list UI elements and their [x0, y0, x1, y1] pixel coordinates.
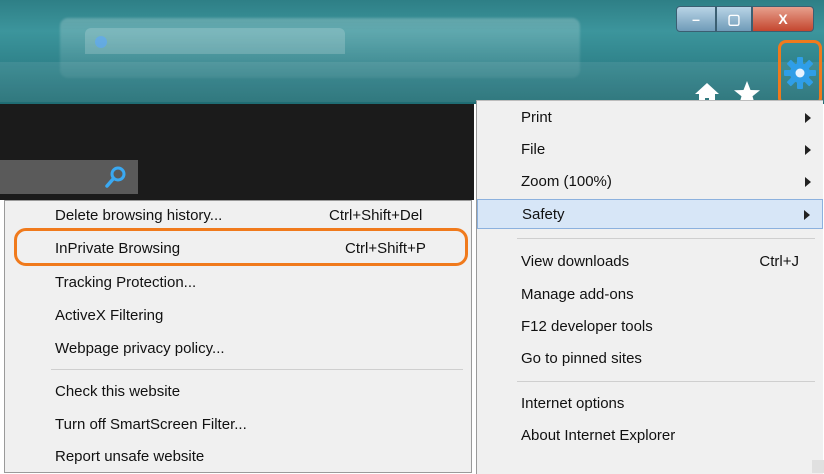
menu-item-label: View downloads	[521, 253, 630, 270]
submenu-item-label: Turn off SmartScreen Filter...	[55, 416, 247, 433]
browser-tab[interactable]	[85, 28, 345, 54]
menu-separator	[517, 238, 815, 239]
tools-gear-icon[interactable]	[783, 56, 817, 90]
menu-item-shortcut: Ctrl+J	[759, 253, 799, 270]
submenu-item-shortcut: Ctrl+Shift+Del	[329, 207, 423, 224]
tools-gear-highlight	[778, 40, 822, 106]
close-button[interactable]: X	[752, 6, 814, 32]
menu-item-label: File	[521, 141, 546, 158]
submenu-item-report-unsafe[interactable]: Report unsafe website	[5, 441, 471, 473]
menu-item-about-ie[interactable]: About Internet Explorer	[477, 421, 823, 451]
submenu-item-label: Delete browsing history...	[55, 207, 223, 224]
menu-item-manage-addons[interactable]: Manage add-ons	[477, 280, 823, 310]
menu-item-file[interactable]: File	[477, 135, 823, 165]
submenu-arrow-icon	[805, 145, 811, 155]
submenu-item-label: Tracking Protection...	[55, 274, 197, 291]
submenu-arrow-icon	[805, 177, 811, 187]
scrollbar-corner	[812, 460, 824, 473]
submenu-separator	[51, 369, 463, 370]
menu-item-label: About Internet Explorer	[521, 427, 676, 444]
submenu-item-label: Webpage privacy policy...	[55, 340, 225, 357]
submenu-item-label: Report unsafe website	[55, 448, 205, 465]
submenu-item-check-website[interactable]: Check this website	[5, 376, 471, 408]
menu-item-label: Print	[521, 109, 552, 126]
submenu-item-privacy-policy[interactable]: Webpage privacy policy...	[5, 333, 471, 365]
submenu-item-label: Check this website	[55, 383, 181, 400]
submenu-arrow-icon	[805, 113, 811, 123]
maximize-button[interactable]: ▢	[716, 6, 752, 32]
submenu-item-tracking-protection[interactable]: Tracking Protection...	[5, 267, 471, 299]
menu-item-label: F12 developer tools	[521, 318, 653, 335]
minimize-button[interactable]: –	[676, 6, 716, 32]
tools-menu: Print File Zoom (100%) Safety View downl…	[476, 100, 823, 474]
menu-item-f12-tools[interactable]: F12 developer tools	[477, 312, 823, 342]
submenu-arrow-icon	[804, 210, 810, 220]
menu-item-pinned-sites[interactable]: Go to pinned sites	[477, 344, 823, 374]
submenu-item-smartscreen[interactable]: Turn off SmartScreen Filter...	[5, 409, 471, 441]
menu-item-print[interactable]: Print	[477, 103, 823, 133]
submenu-item-label: ActiveX Filtering	[55, 307, 164, 324]
submenu-item-activex-filtering[interactable]: ActiveX Filtering	[5, 300, 471, 332]
search-icon[interactable]	[104, 165, 128, 189]
menu-item-label: Internet options	[521, 395, 625, 412]
window-controls: – ▢ X	[676, 6, 822, 32]
tab-favicon-icon	[95, 36, 107, 48]
menu-item-view-downloads[interactable]: View downloads Ctrl+J	[477, 247, 823, 277]
menu-item-label: Manage add-ons	[521, 286, 634, 303]
menu-item-zoom[interactable]: Zoom (100%)	[477, 167, 823, 197]
menu-item-label: Go to pinned sites	[521, 350, 642, 367]
menu-item-label: Safety	[522, 206, 565, 223]
menu-item-internet-options[interactable]: Internet options	[477, 389, 823, 419]
menu-separator	[517, 381, 815, 382]
menu-item-safety[interactable]: Safety	[477, 199, 823, 229]
menu-item-label: Zoom (100%)	[521, 173, 612, 190]
inprivate-highlight-ring	[14, 228, 468, 266]
